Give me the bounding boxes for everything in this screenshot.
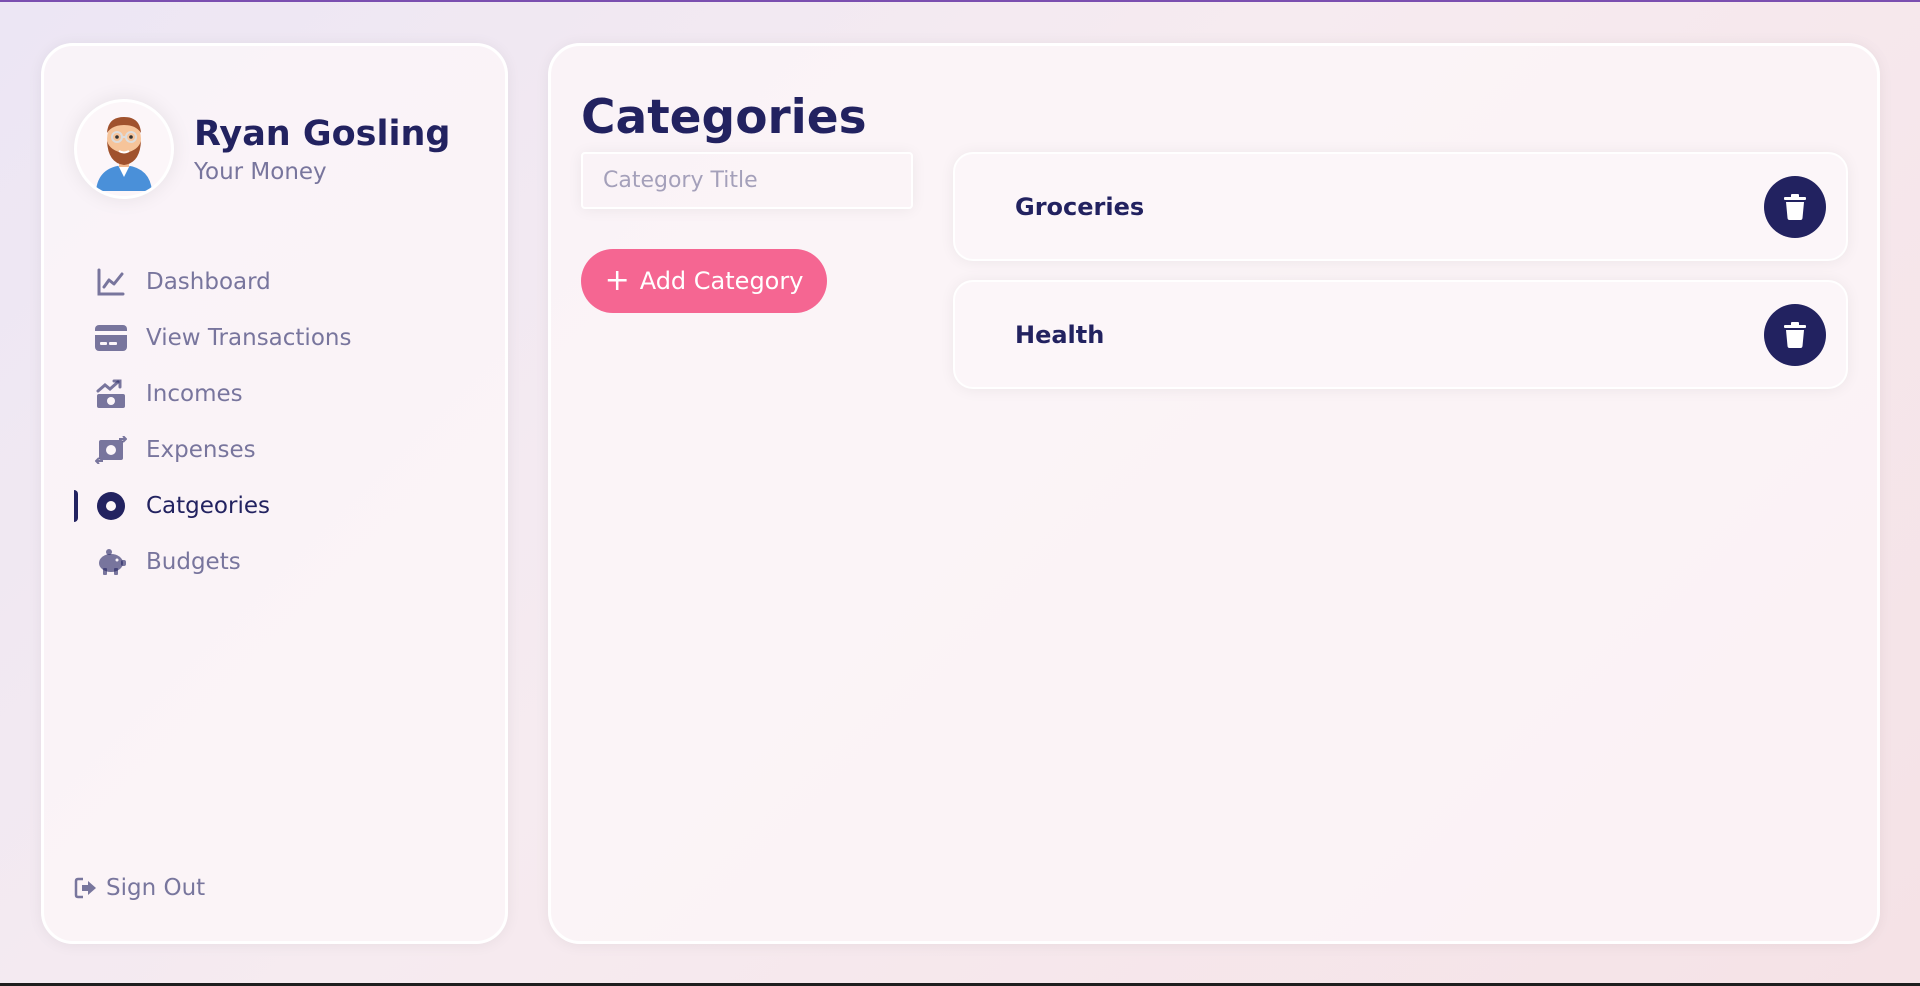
bearded-man-avatar-icon xyxy=(96,117,152,191)
category-list: Groceries Health xyxy=(953,152,1848,408)
credit-card-icon xyxy=(94,321,128,355)
sidebar-item-label: Expenses xyxy=(146,437,256,463)
user-name: Ryan Gosling xyxy=(194,114,451,154)
sidebar-item-label: Budgets xyxy=(146,549,241,575)
sidebar-item-label: View Transactions xyxy=(146,325,352,351)
sign-out-button[interactable]: Sign Out xyxy=(74,875,205,901)
sidebar-item-label: Dashboard xyxy=(146,269,271,295)
category-name: Health xyxy=(1015,320,1105,349)
page-title: Categories xyxy=(581,90,867,145)
circle-dot-icon xyxy=(94,489,128,523)
sidebar-item-categories[interactable]: Catgeories xyxy=(44,478,505,534)
delete-category-button[interactable] xyxy=(1764,175,1826,238)
avatar xyxy=(74,99,174,199)
user-subtitle: Your Money xyxy=(194,159,327,185)
plus-icon: + xyxy=(604,263,630,298)
sidebar-menu: Dashboard View Transactions Incomes Expe… xyxy=(44,254,505,590)
window-top-border xyxy=(0,0,1920,2)
sidebar-item-label: Incomes xyxy=(146,381,243,407)
sidebar-item-label: Catgeories xyxy=(146,493,270,519)
trash-icon xyxy=(1784,321,1806,348)
sidebar-item-view-transactions[interactable]: View Transactions xyxy=(44,310,505,366)
money-bill-transfer-icon xyxy=(94,433,128,467)
category-name: Groceries xyxy=(1015,192,1145,221)
trash-icon xyxy=(1784,193,1806,220)
sidebar-item-dashboard[interactable]: Dashboard xyxy=(44,254,505,310)
list-item: Health xyxy=(953,280,1848,389)
add-category-label: Add Category xyxy=(639,267,804,295)
sidebar: Ryan Gosling Your Money Dashboard View T… xyxy=(41,43,508,944)
add-category-button[interactable]: + Add Category xyxy=(581,249,827,313)
category-title-input[interactable] xyxy=(581,152,913,209)
delete-category-button[interactable] xyxy=(1764,303,1826,366)
sign-out-icon xyxy=(74,875,100,901)
user-profile: Ryan Gosling Your Money xyxy=(74,99,450,199)
list-item: Groceries xyxy=(953,152,1848,261)
sidebar-item-incomes[interactable]: Incomes xyxy=(44,366,505,422)
money-bill-trend-up-icon xyxy=(94,377,128,411)
main-panel: Categories + Add Category Groceries Heal… xyxy=(548,43,1880,944)
sidebar-item-expenses[interactable]: Expenses xyxy=(44,422,505,478)
line-chart-icon xyxy=(94,265,128,299)
sign-out-label: Sign Out xyxy=(106,875,206,901)
sidebar-item-budgets[interactable]: Budgets xyxy=(44,534,505,590)
piggy-bank-icon xyxy=(94,545,128,579)
